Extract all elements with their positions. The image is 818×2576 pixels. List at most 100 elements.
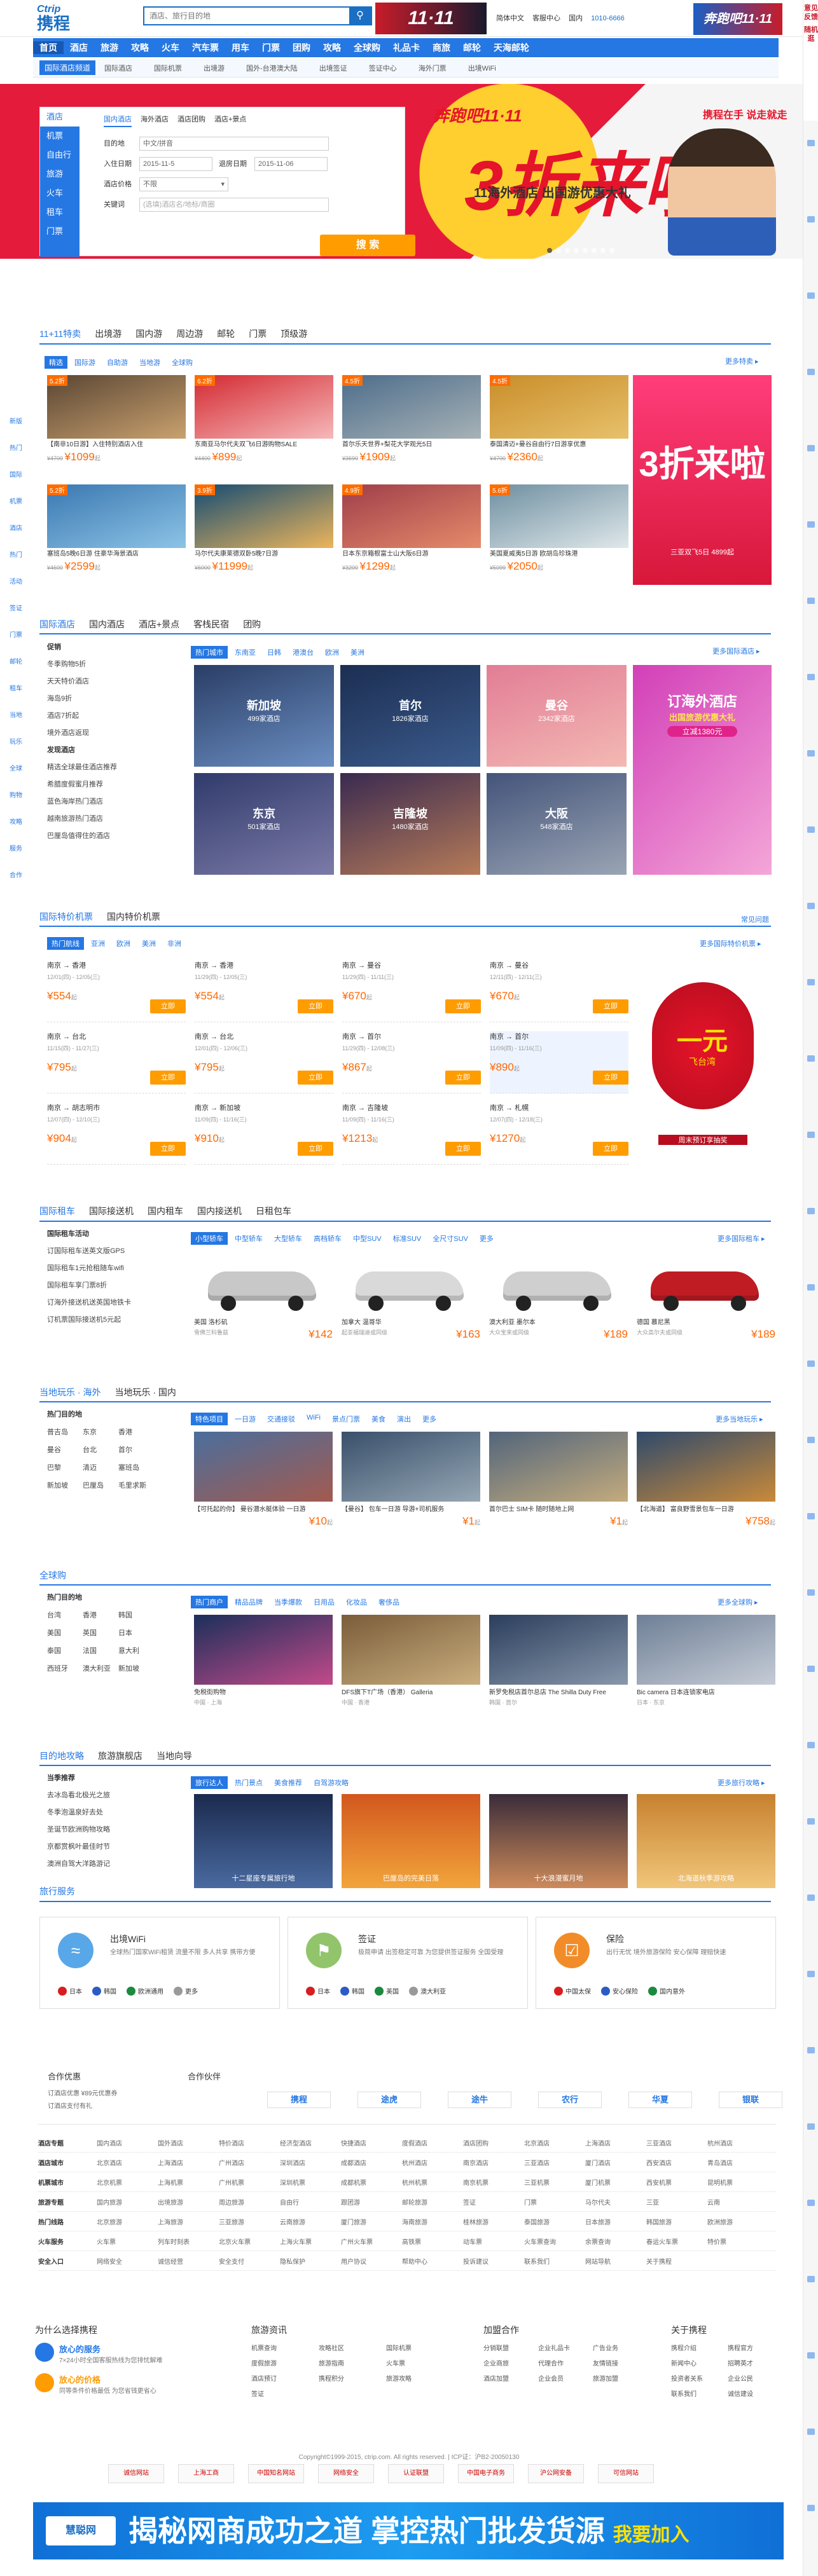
section-tab[interactable]: 周边游 bbox=[176, 327, 203, 340]
service-box[interactable]: ⚑ 签证 极简申请 出签稳定可靠 为您提供签证服务 全国受理 日本 韩国 美国 澳大利亚 bbox=[288, 1917, 528, 2009]
service-option[interactable]: 美国 bbox=[375, 1986, 399, 1996]
nav-item[interactable]: 旅游 bbox=[94, 41, 125, 54]
footer-link[interactable]: 帮助中心 bbox=[402, 2256, 463, 2266]
filter-chip[interactable]: 中型轿车 bbox=[230, 1232, 267, 1245]
service-option[interactable]: 中国太保 bbox=[554, 1986, 591, 1996]
nav-item[interactable]: 门票 bbox=[256, 41, 286, 54]
footer-link[interactable]: 上海机票 bbox=[158, 2177, 219, 2187]
subnav-item[interactable]: 出境游 bbox=[204, 63, 225, 73]
guide-link[interactable]: 圣诞节欧洲购物攻略 bbox=[47, 1821, 174, 1839]
car-card[interactable]: 美国 洛杉矶 雪佛兰科鲁兹 ¥142 bbox=[194, 1251, 333, 1341]
section-car-more-link[interactable]: 更多国际租车 ▸ bbox=[717, 1233, 765, 1243]
footer-link[interactable]: 三亚机票 bbox=[524, 2177, 585, 2187]
footer-link[interactable]: 深圳酒店 bbox=[280, 2158, 341, 2167]
footer-link[interactable]: 春运火车票 bbox=[646, 2237, 707, 2246]
nav-item[interactable]: 礼品卡 bbox=[387, 41, 426, 54]
footer-link[interactable]: 昆明机票 bbox=[707, 2177, 768, 2187]
filter-chip[interactable]: 当地游 bbox=[135, 356, 165, 369]
heart-icon[interactable] bbox=[807, 1971, 815, 1977]
footer-link[interactable]: 国外酒店 bbox=[158, 2138, 219, 2148]
footer-link[interactable]: 周边旅游 bbox=[219, 2197, 280, 2207]
footer-link[interactable]: 度假酒店 bbox=[402, 2138, 463, 2148]
flight-card[interactable]: 南京 → 首尔 11/29(四) - 12/08(三) ¥867起 立即 bbox=[342, 1031, 481, 1093]
filter-chip[interactable]: 更多 bbox=[475, 1232, 498, 1245]
hotel-discover-link[interactable]: 精选全球最佳酒店推荐 bbox=[47, 759, 117, 776]
book-flight-button[interactable]: 立即 bbox=[593, 1071, 628, 1085]
city-card[interactable]: 吉隆坡 1480家酒店 bbox=[340, 773, 480, 875]
heart-icon[interactable] bbox=[807, 598, 815, 604]
bottom-ad-banner[interactable]: 慧聪网 揭秘网商成功之道 掌控热门批发货源 我要加入 bbox=[33, 2502, 784, 2559]
place-link[interactable]: 香港 bbox=[83, 1607, 118, 1624]
subnav-item[interactable]: 国际机票 bbox=[154, 63, 182, 73]
filter-chip[interactable]: 特色项目 bbox=[191, 1413, 228, 1425]
service-option[interactable]: 日本 bbox=[58, 1986, 82, 1996]
nav-item[interactable]: 全球购 bbox=[347, 41, 387, 54]
flight-card[interactable]: 南京 → 台北 12/01(四) - 12/06(三) ¥795起 立即 bbox=[195, 1031, 333, 1093]
footer-link[interactable]: 携程介绍 bbox=[671, 2343, 716, 2352]
footer-link[interactable]: 杭州机票 bbox=[402, 2177, 463, 2187]
footer-link[interactable]: 厦门旅游 bbox=[341, 2217, 402, 2226]
city-card[interactable]: 东京 501家酒店 bbox=[194, 773, 334, 875]
place-link[interactable]: 首尔 bbox=[118, 1441, 154, 1459]
hotel-promo-link[interactable]: 天天特价酒店 bbox=[47, 673, 117, 690]
car-promo-link[interactable]: 国际租车1元抢租随车wifi bbox=[47, 1260, 131, 1277]
section-tab[interactable]: 邮轮 bbox=[217, 327, 235, 340]
nav-item[interactable]: 酒店 bbox=[64, 41, 94, 54]
header-ad[interactable]: 11·11 bbox=[375, 3, 487, 34]
place-link[interactable]: 日本 bbox=[118, 1624, 154, 1642]
nav-item[interactable]: 用车 bbox=[225, 41, 256, 54]
activity-card[interactable]: 【北海道】 富良野雪景包车一日游 ¥758起 bbox=[637, 1432, 775, 1528]
city-card[interactable]: 首尔 1826家酒店 bbox=[340, 665, 480, 767]
footer-link[interactable]: 度假旅游 bbox=[251, 2358, 307, 2367]
footer-link[interactable]: 跟团游 bbox=[341, 2197, 402, 2207]
booking-side-tab[interactable]: 门票 bbox=[40, 222, 80, 241]
activity-card[interactable]: 首尔巴士 SIM卡 随时随地上网 ¥1起 bbox=[489, 1432, 628, 1528]
filter-chip[interactable]: 更多 bbox=[418, 1413, 441, 1425]
section-tab[interactable]: 顶级游 bbox=[281, 327, 307, 340]
book-flight-button[interactable]: 立即 bbox=[298, 1142, 333, 1156]
filter-chip[interactable]: 热门城市 bbox=[191, 646, 228, 659]
filter-chip[interactable]: 美洲 bbox=[137, 937, 160, 950]
section-tab[interactable]: 客栈民宿 bbox=[193, 618, 229, 631]
section-shop-more-link[interactable]: 更多全球购 ▸ bbox=[717, 1597, 758, 1607]
section-tab[interactable]: 出境游 bbox=[95, 327, 121, 340]
left-sidebar-item[interactable]: 新版 bbox=[0, 407, 32, 434]
section-tab[interactable]: 国际接送机 bbox=[89, 1205, 134, 1217]
footer-link[interactable]: 广州火车票 bbox=[341, 2237, 402, 2246]
lang-link[interactable]: 简体中文 bbox=[496, 15, 524, 22]
footer-link[interactable]: 联系我们 bbox=[524, 2256, 585, 2266]
footer-link[interactable]: 北京酒店 bbox=[524, 2138, 585, 2148]
book-flight-button[interactable]: 立即 bbox=[445, 999, 481, 1013]
footer-link[interactable]: 青岛酒店 bbox=[707, 2158, 768, 2167]
section-tab[interactable]: 日租包车 bbox=[256, 1205, 291, 1217]
flight-card[interactable]: 南京 → 曼谷 11/29(四) - 11/11(三) ¥670起 立即 bbox=[342, 960, 481, 1022]
filter-chip[interactable]: 景点门票 bbox=[328, 1413, 364, 1425]
section-hotel-more-link[interactable]: 更多国际酒店 ▸ bbox=[712, 646, 760, 656]
book-flight-button[interactable]: 立即 bbox=[298, 999, 333, 1013]
footer-link[interactable]: 代理合作 bbox=[538, 2358, 581, 2367]
nav-item[interactable]: 攻略 bbox=[125, 41, 155, 54]
flight-card[interactable]: 南京 → 札幌 12/07(四) - 12/18(三) ¥1270起 立即 bbox=[490, 1102, 628, 1165]
filter-chip[interactable]: 日韩 bbox=[263, 646, 286, 659]
filter-chip[interactable]: 小型轿车 bbox=[191, 1232, 228, 1245]
left-sidebar-item[interactable]: 机票 bbox=[0, 487, 32, 514]
hotel-discover-link[interactable]: 巴厘岛值得住的酒店 bbox=[47, 828, 117, 845]
footer-link[interactable]: 云南旅游 bbox=[280, 2217, 341, 2226]
flight-card[interactable]: 南京 → 首尔 11/09(四) - 11/16(三) ¥890起 立即 bbox=[490, 1031, 628, 1093]
guide-link[interactable]: 京都赏枫叶最佳时节 bbox=[47, 1839, 174, 1856]
guide-card[interactable]: 巴厘岛的完美日落 bbox=[342, 1794, 480, 1888]
booking-side-tab[interactable]: 旅游 bbox=[40, 165, 80, 184]
filter-chip[interactable]: 美食推荐 bbox=[270, 1776, 307, 1789]
heart-icon[interactable] bbox=[807, 2200, 815, 2206]
filter-chip[interactable]: WiFi bbox=[302, 1413, 325, 1425]
booking-tab[interactable]: 酒店+景点 bbox=[214, 116, 246, 126]
heart-icon[interactable] bbox=[807, 1589, 815, 1596]
carousel-dot[interactable] bbox=[592, 248, 597, 253]
service-option[interactable]: 更多 bbox=[174, 1986, 198, 1996]
footer-link[interactable]: 经济型酒店 bbox=[280, 2138, 341, 2148]
trust-badge[interactable]: 可信网站 bbox=[598, 2464, 654, 2483]
sale-card[interactable]: 4.9折 日本东京箱根富士山大阪6日游 ¥3200 ¥1299起 bbox=[342, 484, 481, 573]
booking-tab[interactable]: 酒店团购 bbox=[177, 116, 205, 126]
left-sidebar-item[interactable]: 租车 bbox=[0, 674, 32, 701]
service-box[interactable]: ☑ 保险 出行无忧 境外旅游保险 安心保障 理赔快速 中国太保 安心保险 国内意外 bbox=[536, 1917, 776, 2009]
